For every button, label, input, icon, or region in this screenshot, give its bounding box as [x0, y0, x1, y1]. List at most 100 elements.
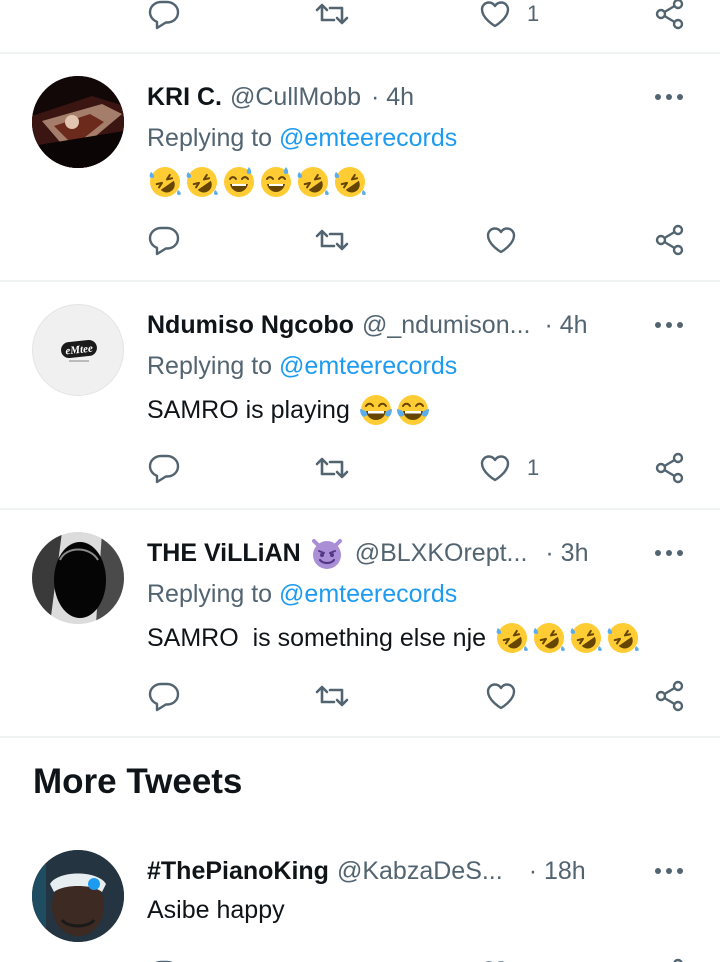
- tweet-body: Asibe happy: [147, 896, 285, 924]
- more-options-button[interactable]: [654, 310, 684, 340]
- tweet-reply[interactable]: KRI C. @CullMobb · 4h Replying to @emtee…: [0, 54, 720, 280]
- share-button[interactable]: [654, 954, 686, 962]
- tweet-body: SAMRO is playing: [147, 395, 350, 424]
- replying-prefix: Replying to: [147, 580, 280, 608]
- avatar[interactable]: [32, 76, 124, 168]
- speech-bubble-icon: [148, 958, 180, 962]
- speech-bubble-icon: [148, 452, 180, 484]
- action-bar: [0, 676, 720, 716]
- tweet-header: #ThePianoKing @KabzaDeS... · 18h: [147, 854, 586, 888]
- mention-link[interactable]: @emteerecords: [279, 352, 457, 380]
- more-options-button[interactable]: [654, 82, 684, 112]
- tweet-header: Ndumiso Ngcobo @_ndumison... · 4h: [147, 308, 588, 342]
- divider: [0, 736, 720, 738]
- timestamp[interactable]: · 4h: [371, 83, 414, 112]
- retweet-button[interactable]: [314, 220, 350, 260]
- reply-button[interactable]: [148, 954, 180, 962]
- display-name[interactable]: Ndumiso Ngcobo: [147, 311, 354, 340]
- mention-link[interactable]: @emteerecords: [279, 124, 457, 152]
- replying-prefix: Replying to: [147, 124, 280, 152]
- retweet-icon: [314, 452, 350, 484]
- share-button[interactable]: [654, 220, 686, 260]
- emoji-row: [494, 620, 641, 656]
- joy-emoji-icon: [395, 392, 431, 428]
- tweet-reply[interactable]: THE ViLLiAN @BLXKOrept... · 3h Replying …: [0, 510, 720, 736]
- more-dots-icon: [654, 867, 684, 875]
- speech-bubble-icon: [148, 680, 180, 712]
- replying-to: Replying to @emteerecords: [147, 580, 457, 609]
- display-name[interactable]: #ThePianoKing: [147, 857, 329, 886]
- emoji-row: [358, 392, 431, 428]
- sweat-smile-emoji-icon: [258, 164, 294, 200]
- share-button[interactable]: [654, 676, 686, 716]
- rofl-emoji-icon: [605, 620, 641, 656]
- like-button[interactable]: [485, 676, 517, 716]
- retweet-icon: [314, 680, 350, 712]
- tweet-text: [147, 164, 368, 200]
- heart-icon: [479, 958, 511, 962]
- mention-link[interactable]: @emteerecords: [279, 580, 457, 608]
- speech-bubble-icon: [148, 224, 180, 256]
- reply-button[interactable]: [148, 448, 180, 488]
- action-bar: [0, 220, 720, 260]
- tweet-reply[interactable]: eMtee Ndumiso Ngcobo @_ndumison... · 4h …: [0, 282, 720, 508]
- speech-bubble-icon: [148, 0, 180, 30]
- display-name[interactable]: THE ViLLiAN: [147, 539, 301, 568]
- heart-icon: [479, 452, 511, 484]
- timestamp[interactable]: · 3h: [545, 539, 588, 568]
- replying-to: Replying to @emteerecords: [147, 124, 457, 153]
- avatar[interactable]: eMtee: [32, 304, 124, 396]
- retweet-button[interactable]: [314, 954, 350, 962]
- timestamp[interactable]: · 18h: [529, 857, 586, 886]
- rofl-emoji-icon: [147, 164, 183, 200]
- tweet-header: THE ViLLiAN @BLXKOrept... · 3h: [147, 536, 588, 570]
- reply-button[interactable]: [148, 0, 180, 34]
- user-handle[interactable]: @BLXKOrept...: [355, 539, 528, 568]
- more-tweet[interactable]: #ThePianoKing @KabzaDeS... · 18h Asibe h…: [0, 830, 720, 962]
- retweet-icon: [314, 224, 350, 256]
- tweet-text: SAMRO is something else nje: [147, 620, 641, 656]
- reply-button[interactable]: [148, 220, 180, 260]
- avatar[interactable]: [32, 850, 124, 942]
- tweet-header: KRI C. @CullMobb · 4h: [147, 80, 414, 114]
- display-name[interactable]: KRI C.: [147, 83, 222, 112]
- retweet-icon: [314, 0, 350, 30]
- tweet-text: Asibe happy: [147, 896, 285, 925]
- user-handle[interactable]: @CullMobb: [230, 83, 361, 112]
- share-button[interactable]: [654, 448, 686, 488]
- action-bar: [0, 954, 720, 962]
- like-button[interactable]: [485, 220, 517, 260]
- replying-to: Replying to @emteerecords: [147, 352, 457, 381]
- user-handle[interactable]: @_ndumison...: [362, 311, 531, 340]
- like-count: 1: [527, 1, 540, 26]
- more-dots-icon: [654, 93, 684, 101]
- sweat-smile-emoji-icon: [221, 164, 257, 200]
- reply-button[interactable]: [148, 676, 180, 716]
- tweet-text: SAMRO is playing: [147, 392, 431, 428]
- heart-icon: [485, 680, 517, 712]
- avatar[interactable]: [32, 532, 124, 624]
- retweet-icon: [314, 958, 350, 962]
- like-button[interactable]: [479, 954, 511, 962]
- more-options-button[interactable]: [654, 856, 684, 886]
- emoji-row: [147, 164, 368, 200]
- replying-prefix: Replying to: [147, 352, 280, 380]
- like-button[interactable]: 1: [479, 448, 539, 488]
- share-button[interactable]: [654, 0, 686, 34]
- retweet-button[interactable]: [314, 448, 350, 488]
- timestamp[interactable]: · 4h: [544, 311, 587, 340]
- share-icon: [654, 452, 686, 484]
- action-bar: 1: [0, 448, 720, 488]
- more-dots-icon: [654, 549, 684, 557]
- retweet-button[interactable]: [314, 0, 350, 34]
- user-handle[interactable]: @KabzaDeS...: [337, 857, 503, 886]
- joy-emoji-icon: [358, 392, 394, 428]
- share-icon: [654, 958, 686, 962]
- share-icon: [654, 680, 686, 712]
- heart-icon: [479, 0, 511, 30]
- more-options-button[interactable]: [654, 538, 684, 568]
- top-action-bar: 1: [0, 0, 720, 34]
- retweet-button[interactable]: [314, 676, 350, 716]
- tweet-body: SAMRO is something else nje: [147, 623, 487, 652]
- like-button[interactable]: 1: [479, 0, 539, 34]
